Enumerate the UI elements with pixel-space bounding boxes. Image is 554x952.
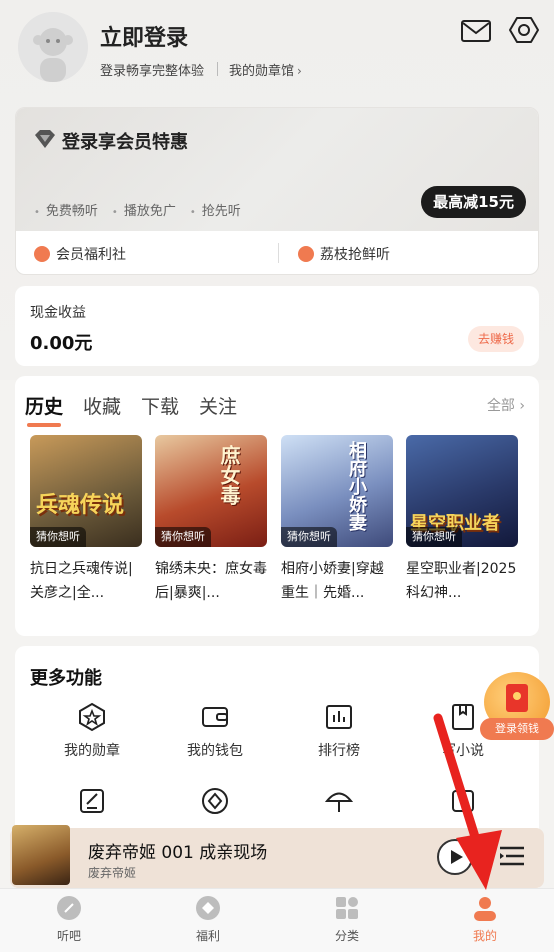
nav-item-category[interactable]: 分类 [307, 895, 387, 944]
view-all-link[interactable]: 全部 › [487, 395, 525, 415]
book-title[interactable]: 抗日之兵魂传说|关彦之|全... [30, 557, 142, 605]
umbrella-icon [324, 792, 354, 812]
history-tabs: 历史 收藏 下载 关注 [25, 392, 237, 427]
cover-text: 庶女毒 [217, 445, 241, 505]
more-functions-title: 更多功能 [30, 668, 102, 689]
book-title[interactable]: 锦绣未央：庶女毒后|暴爽|... [155, 557, 267, 605]
badge-hall-link[interactable]: 我的勋章馆 › [229, 60, 302, 79]
player-subtitle: 废弃帝姬 [88, 866, 137, 880]
mail-icon[interactable] [460, 16, 492, 46]
ranking-icon [326, 705, 352, 729]
nav-label: 我的 [472, 929, 497, 943]
compass-icon [57, 896, 81, 920]
book-cover[interactable]: 相府小娇妻 猜你想听 [281, 435, 393, 547]
book-cover[interactable]: 兵魂传说 猜你想听 [30, 435, 142, 547]
nav-label: 听吧 [56, 929, 81, 943]
nav-item-listen[interactable]: 听吧 [29, 895, 109, 944]
cover-tag: 猜你想听 [406, 527, 462, 547]
edit-icon [80, 789, 104, 813]
book-cover[interactable]: 庶女毒 猜你想听 [155, 435, 267, 547]
perk-item: 播放免广 [112, 200, 176, 219]
cash-label: 现金收益 [30, 305, 86, 321]
cover-tag: 猜你想听 [155, 527, 211, 547]
max-discount-button[interactable]: 最高减15元 [421, 186, 526, 218]
vip-card[interactable]: 登录享会员特惠 免费畅听 播放免广 抢先听 最高减15元 会员福利社 荔枝抢鲜听 [15, 107, 539, 275]
star-icon [298, 246, 314, 262]
cover-text: 相府小娇妻 [346, 441, 367, 531]
earn-money-button[interactable]: 去赚钱 [467, 326, 524, 352]
divider [278, 243, 279, 263]
my-badges-button[interactable]: 我的勋章 [42, 702, 142, 760]
chevron-right-icon: › [297, 64, 302, 78]
vip-title: 登录享会员特惠 [62, 132, 188, 153]
vip-banner[interactable]: 登录享会员特惠 免费畅听 播放免广 抢先听 最高减15元 [16, 108, 538, 231]
ranking-label: 排行榜 [318, 743, 360, 759]
tab-history[interactable]: 历史 [25, 392, 63, 427]
badge-hall-label: 我的勋章馆 [229, 64, 295, 79]
cash-value: 0.00元 [30, 333, 93, 354]
gift-icon [34, 246, 50, 262]
coin-function-button[interactable] [165, 786, 265, 816]
early-listen-label: 荔枝抢鲜听 [320, 247, 390, 263]
early-listen-link[interactable]: 荔枝抢鲜听 [298, 244, 390, 264]
book-cover[interactable]: 星空职业者 猜你想听 [406, 435, 518, 547]
category-icon [336, 897, 358, 919]
wallet-icon [202, 707, 228, 727]
nav-label: 分类 [334, 929, 359, 943]
book-title[interactable]: 相府小娇妻|穿越重生｜先婚... [281, 557, 393, 605]
player-cover[interactable] [12, 825, 70, 885]
perk-item: 免费畅听 [34, 200, 98, 219]
annotation-arrow [433, 713, 502, 890]
login-title[interactable]: 立即登录 [100, 20, 188, 52]
cover-tag: 猜你想听 [281, 527, 337, 547]
umbrella-function-button[interactable] [289, 786, 389, 816]
my-wallet-label: 我的钱包 [187, 743, 243, 759]
vip-links: 会员福利社 荔枝抢鲜听 [16, 231, 538, 274]
coin-icon [202, 788, 228, 814]
perk-item: 抢先听 [190, 200, 241, 219]
nav-label: 福利 [195, 929, 220, 943]
nav-item-mine[interactable]: 我的 [445, 895, 525, 944]
nav-item-welfare[interactable]: 福利 [168, 895, 248, 944]
history-card: 历史 收藏 下载 关注 全部 › 兵魂传说 猜你想听 抗日之兵魂传说|关彦之|全… [15, 376, 539, 636]
tab-downloads[interactable]: 下载 [141, 392, 179, 419]
my-badges-label: 我的勋章 [64, 743, 120, 759]
vip-perks: 免费畅听 播放免广 抢先听 [34, 200, 241, 219]
badge-icon [79, 702, 105, 732]
member-welfare-link[interactable]: 会员福利社 [34, 244, 126, 264]
cash-earnings-card: 现金收益 0.00元 去赚钱 [15, 286, 539, 366]
cover-text: 兵魂传说 [36, 493, 125, 518]
tab-favorites[interactable]: 收藏 [83, 392, 121, 419]
tab-following[interactable]: 关注 [199, 392, 237, 419]
member-welfare-label: 会员福利社 [56, 247, 126, 263]
settings-icon[interactable] [508, 14, 540, 46]
player-title[interactable]: 废弃帝姬 001 成亲现场 [88, 838, 267, 863]
cover-tag: 猜你想听 [30, 527, 86, 547]
diamond-icon [34, 129, 56, 149]
book-title[interactable]: 星空职业者|2025科幻神... [406, 557, 518, 605]
welfare-icon [196, 896, 220, 920]
avatar[interactable] [18, 12, 88, 82]
edit-function-button[interactable] [42, 786, 142, 816]
my-wallet-button[interactable]: 我的钱包 [165, 702, 265, 760]
divider [217, 62, 218, 76]
ranking-button[interactable]: 排行榜 [289, 702, 389, 760]
profile-header: 立即登录 登录畅享完整体验 我的勋章馆 › [0, 0, 554, 100]
login-subtitle: 登录畅享完整体验 [100, 64, 205, 79]
